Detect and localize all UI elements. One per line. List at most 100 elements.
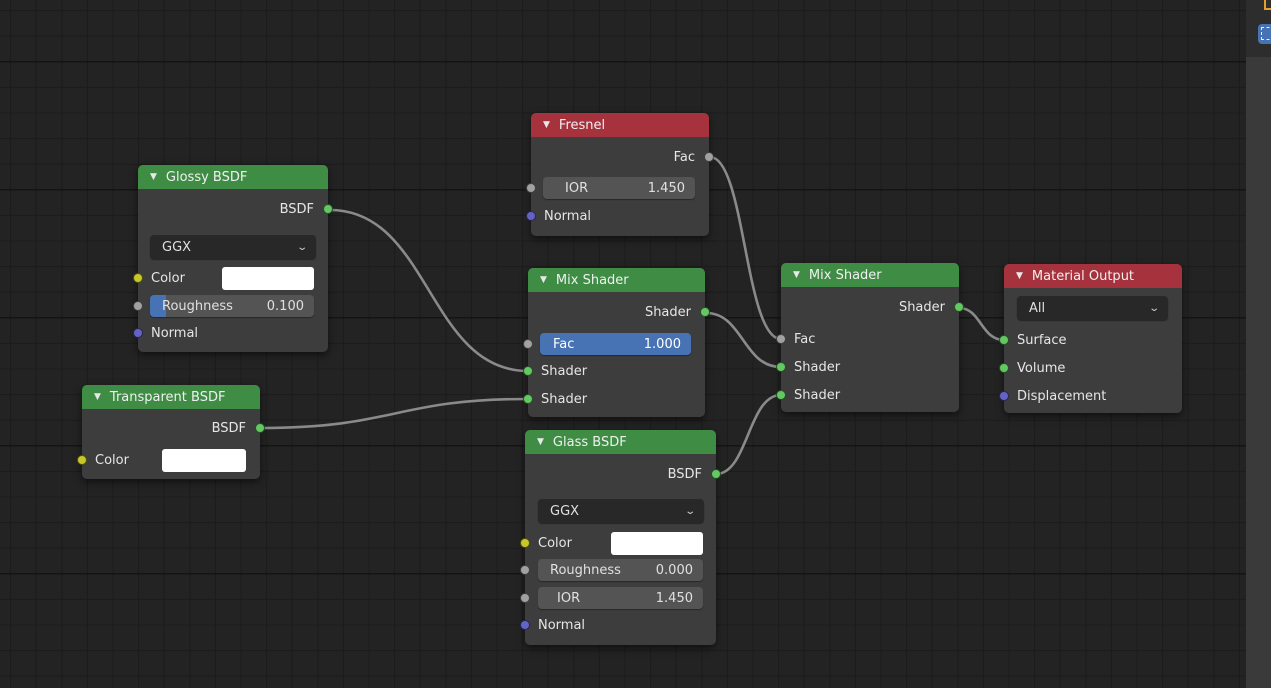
socket-label: Normal <box>151 325 199 341</box>
collapse-triangle-icon[interactable]: ▼ <box>543 120 550 130</box>
field-label: IOR <box>557 590 581 606</box>
shader-socket-icon[interactable] <box>999 335 1009 345</box>
node-glossy-bsdf[interactable]: ▼ Glossy BSDF BSDF GGX ⌄ Color Roughness… <box>133 165 333 352</box>
toolbar-panel <box>1246 57 1271 688</box>
input-color: Color <box>520 532 716 555</box>
socket-label: Surface <box>1017 332 1067 348</box>
input-color: Color <box>133 267 328 290</box>
input-ior: IOR 1.450 <box>526 177 709 199</box>
socket-label: Color <box>538 535 572 551</box>
node-header[interactable]: ▼ Mix Shader <box>528 268 705 292</box>
output-bsdf: BSDF <box>82 417 265 439</box>
field-value: 1.450 <box>655 590 693 606</box>
shader-socket-icon[interactable] <box>776 390 786 400</box>
input-fac: Fac <box>776 328 959 350</box>
socket-label: BSDF <box>211 420 246 436</box>
chevron-down-icon: ⌄ <box>1147 302 1160 314</box>
tweak-tool-icon[interactable] <box>1264 0 1271 10</box>
slider-label: Roughness <box>162 298 233 314</box>
node-header[interactable]: ▼ Mix Shader <box>781 263 959 287</box>
color-socket-icon[interactable] <box>520 538 530 548</box>
shader-socket-icon[interactable] <box>711 469 721 479</box>
distribution-dropdown[interactable]: GGX ⌄ <box>538 499 704 523</box>
node-header[interactable]: ▼ Glass BSDF <box>525 430 716 454</box>
input-shader-2: Shader <box>523 388 705 410</box>
float-socket-icon[interactable] <box>776 334 786 344</box>
node-title: Glass BSDF <box>552 434 627 450</box>
input-volume: Volume <box>999 357 1182 379</box>
node-editor-canvas[interactable]: ▼ Glossy BSDF BSDF GGX ⌄ Color Roughness… <box>0 0 1246 688</box>
ior-field[interactable]: IOR 1.450 <box>543 177 695 199</box>
shader-socket-icon[interactable] <box>255 423 265 433</box>
input-ior: IOR 1.450 <box>520 587 716 609</box>
node-title: Mix Shader <box>555 272 629 288</box>
distribution-dropdown[interactable]: GGX ⌄ <box>150 235 316 259</box>
chevron-down-icon: ⌄ <box>295 241 308 253</box>
output-bsdf: BSDF <box>525 463 721 485</box>
collapse-triangle-icon[interactable]: ▼ <box>540 275 547 285</box>
node-mix-shader-2[interactable]: ▼ Mix Shader Shader Fac Shader Shader <box>776 263 964 412</box>
slider-label: Roughness <box>550 562 621 578</box>
shader-socket-icon[interactable] <box>700 307 710 317</box>
socket-label: BSDF <box>279 201 314 217</box>
vector-socket-icon[interactable] <box>999 391 1009 401</box>
roughness-slider[interactable]: Roughness 0.100 <box>150 295 314 317</box>
color-swatch[interactable] <box>162 449 246 472</box>
socket-label: Shader <box>794 387 841 403</box>
node-material-output[interactable]: ▼ Material Output All ⌄ Surface Volume D… <box>999 264 1182 413</box>
socket-label: Normal <box>538 617 586 633</box>
float-socket-icon[interactable] <box>526 183 536 193</box>
vector-socket-icon[interactable] <box>133 328 143 338</box>
target-dropdown[interactable]: All ⌄ <box>1017 296 1168 320</box>
node-transparent-bsdf[interactable]: ▼ Transparent BSDF BSDF Color <box>77 385 265 479</box>
shader-socket-icon[interactable] <box>323 204 333 214</box>
socket-label: Fac <box>673 149 695 165</box>
shader-socket-icon[interactable] <box>999 363 1009 373</box>
fac-slider[interactable]: Fac 1.000 <box>540 333 691 355</box>
collapse-triangle-icon[interactable]: ▼ <box>1016 271 1023 281</box>
float-socket-icon[interactable] <box>133 301 143 311</box>
node-header[interactable]: ▼ Transparent BSDF <box>82 385 260 409</box>
shader-socket-icon[interactable] <box>954 302 964 312</box>
select-box-tool-button[interactable] <box>1258 24 1271 44</box>
color-swatch[interactable] <box>611 532 703 555</box>
node-fresnel[interactable]: ▼ Fresnel Fac IOR 1.450 Normal <box>526 113 714 236</box>
vector-socket-icon[interactable] <box>526 211 536 221</box>
input-displacement: Displacement <box>999 385 1182 407</box>
color-swatch[interactable] <box>222 267 314 290</box>
output-bsdf: BSDF <box>138 198 333 220</box>
collapse-triangle-icon[interactable]: ▼ <box>150 172 157 182</box>
input-roughness: Roughness 0.100 <box>133 295 328 317</box>
socket-label: Volume <box>1017 360 1066 376</box>
float-socket-icon[interactable] <box>520 593 530 603</box>
shader-socket-icon[interactable] <box>776 362 786 372</box>
node-glass-bsdf[interactable]: ▼ Glass BSDF BSDF GGX ⌄ Color Roughness … <box>520 430 721 645</box>
node-title: Mix Shader <box>808 267 882 283</box>
float-socket-icon[interactable] <box>520 565 530 575</box>
socket-label: Color <box>95 452 129 468</box>
float-socket-icon[interactable] <box>523 339 533 349</box>
node-header[interactable]: ▼ Fresnel <box>531 113 709 137</box>
node-header[interactable]: ▼ Glossy BSDF <box>138 165 328 189</box>
slider-value: 0.000 <box>655 562 693 578</box>
collapse-triangle-icon[interactable]: ▼ <box>537 437 544 447</box>
shader-socket-icon[interactable] <box>523 394 533 404</box>
node-mix-shader-1[interactable]: ▼ Mix Shader Shader Fac 1.000 Shader Sha… <box>523 268 710 417</box>
socket-label: Shader <box>541 391 588 407</box>
node-header[interactable]: ▼ Material Output <box>1004 264 1182 288</box>
float-socket-icon[interactable] <box>704 152 714 162</box>
collapse-triangle-icon[interactable]: ▼ <box>94 392 101 402</box>
color-socket-icon[interactable] <box>77 455 87 465</box>
roughness-slider[interactable]: Roughness 0.000 <box>538 559 703 581</box>
shader-socket-icon[interactable] <box>523 366 533 376</box>
vector-socket-icon[interactable] <box>520 620 530 630</box>
input-fac: Fac 1.000 <box>523 333 705 355</box>
socket-label: Normal <box>544 208 592 224</box>
socket-label: Shader <box>541 363 588 379</box>
field-label: IOR <box>565 180 589 196</box>
color-socket-icon[interactable] <box>133 273 143 283</box>
collapse-triangle-icon[interactable]: ▼ <box>793 270 800 280</box>
input-normal: Normal <box>526 205 709 227</box>
slider-label: Fac <box>553 336 575 352</box>
ior-field[interactable]: IOR 1.450 <box>538 587 703 609</box>
